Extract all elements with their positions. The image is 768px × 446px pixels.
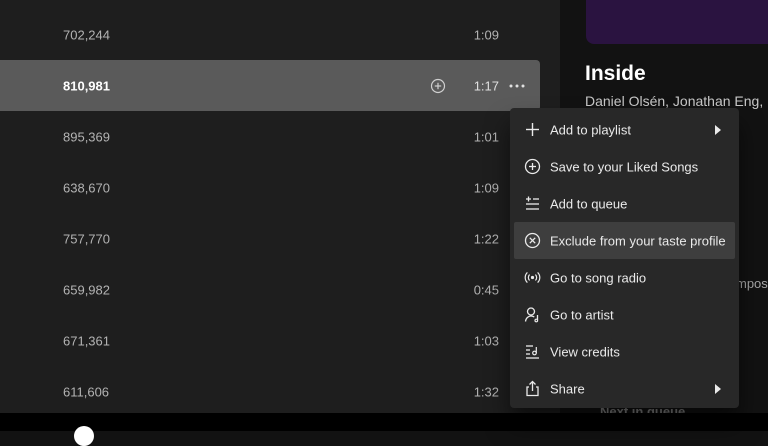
radio-icon	[524, 271, 541, 284]
track-row[interactable]: 659,982 0:45	[0, 264, 540, 315]
menu-item-label: Go to song radio	[550, 270, 647, 285]
menu-item-view-credits[interactable]: View credits	[514, 333, 735, 370]
submenu-arrow-icon	[715, 383, 721, 394]
track-row-hovered[interactable]: 810,981 1:17	[0, 60, 540, 111]
now-playing-artists[interactable]: Daniel Olsén, Jonathan Eng,	[585, 93, 763, 109]
artist-icon	[524, 307, 539, 323]
add-circle-icon	[524, 158, 541, 175]
track-row[interactable]: 757,770 1:22	[0, 213, 540, 264]
play-count: 638,670	[63, 180, 110, 195]
track-row[interactable]: 611,606 1:32	[0, 366, 540, 417]
play-button[interactable]	[74, 426, 94, 446]
track-row[interactable]: 702,244 1:09	[0, 9, 540, 60]
exclude-icon	[524, 232, 541, 249]
queue-icon	[526, 196, 539, 210]
play-count: 671,361	[63, 333, 110, 348]
track-row[interactable]: 671,361 1:03	[0, 315, 540, 366]
credits-snippet: mpos	[736, 276, 768, 291]
track-duration: 1:22	[473, 231, 499, 246]
submenu-arrow-icon	[715, 124, 721, 135]
track-duration: 1:09	[473, 180, 499, 195]
track-duration: 1:01	[473, 129, 499, 144]
track-list-panel: 702,244 1:09 810,981 1:17 895,369 1:01 6…	[0, 0, 560, 413]
menu-item-label: Add to queue	[550, 196, 628, 211]
menu-item-exclude-taste[interactable]: Exclude from your taste profile	[514, 222, 735, 259]
track-duration: 0:45	[473, 282, 499, 297]
play-count: 611,606	[63, 384, 110, 399]
plus-icon	[526, 123, 539, 136]
credits-icon	[526, 345, 539, 359]
play-count: 702,244	[63, 27, 110, 42]
play-count: 757,770	[63, 231, 110, 246]
track-row[interactable]: 895,369 1:01	[0, 111, 540, 162]
now-playing-title[interactable]: Inside	[585, 62, 646, 86]
menu-item-add-to-queue[interactable]: Add to queue	[514, 185, 735, 222]
menu-item-label: Add to playlist	[550, 122, 631, 137]
play-count: 810,981	[63, 78, 110, 93]
menu-item-label: Exclude from your taste profile	[550, 233, 726, 248]
menu-item-label: View credits	[550, 344, 620, 359]
track-duration: 1:17	[473, 78, 499, 93]
menu-item-label: Share	[550, 381, 585, 396]
menu-item-label: Save to your Liked Songs	[550, 159, 699, 174]
share-icon	[526, 380, 539, 397]
album-art[interactable]	[586, 0, 768, 44]
menu-item-go-to-artist[interactable]: Go to artist	[514, 296, 735, 333]
menu-item-share[interactable]: Share	[514, 370, 735, 407]
play-count: 895,369	[63, 129, 110, 144]
play-count: 659,982	[63, 282, 110, 297]
menu-item-save-liked[interactable]: Save to your Liked Songs	[514, 148, 735, 185]
track-duration: 1:03	[473, 333, 499, 348]
track-duration: 1:09	[473, 27, 499, 42]
menu-item-add-to-playlist[interactable]: Add to playlist	[514, 111, 735, 148]
context-menu: Add to playlist Save to your Liked Songs…	[510, 108, 739, 408]
track-row[interactable]: 638,670 1:09	[0, 162, 540, 213]
menu-item-label: Go to artist	[550, 307, 614, 322]
add-circle-icon[interactable]	[430, 78, 446, 94]
track-duration: 1:32	[473, 384, 499, 399]
player-bar	[0, 413, 768, 431]
menu-item-song-radio[interactable]: Go to song radio	[514, 259, 735, 296]
more-options-icon[interactable]	[508, 78, 526, 94]
